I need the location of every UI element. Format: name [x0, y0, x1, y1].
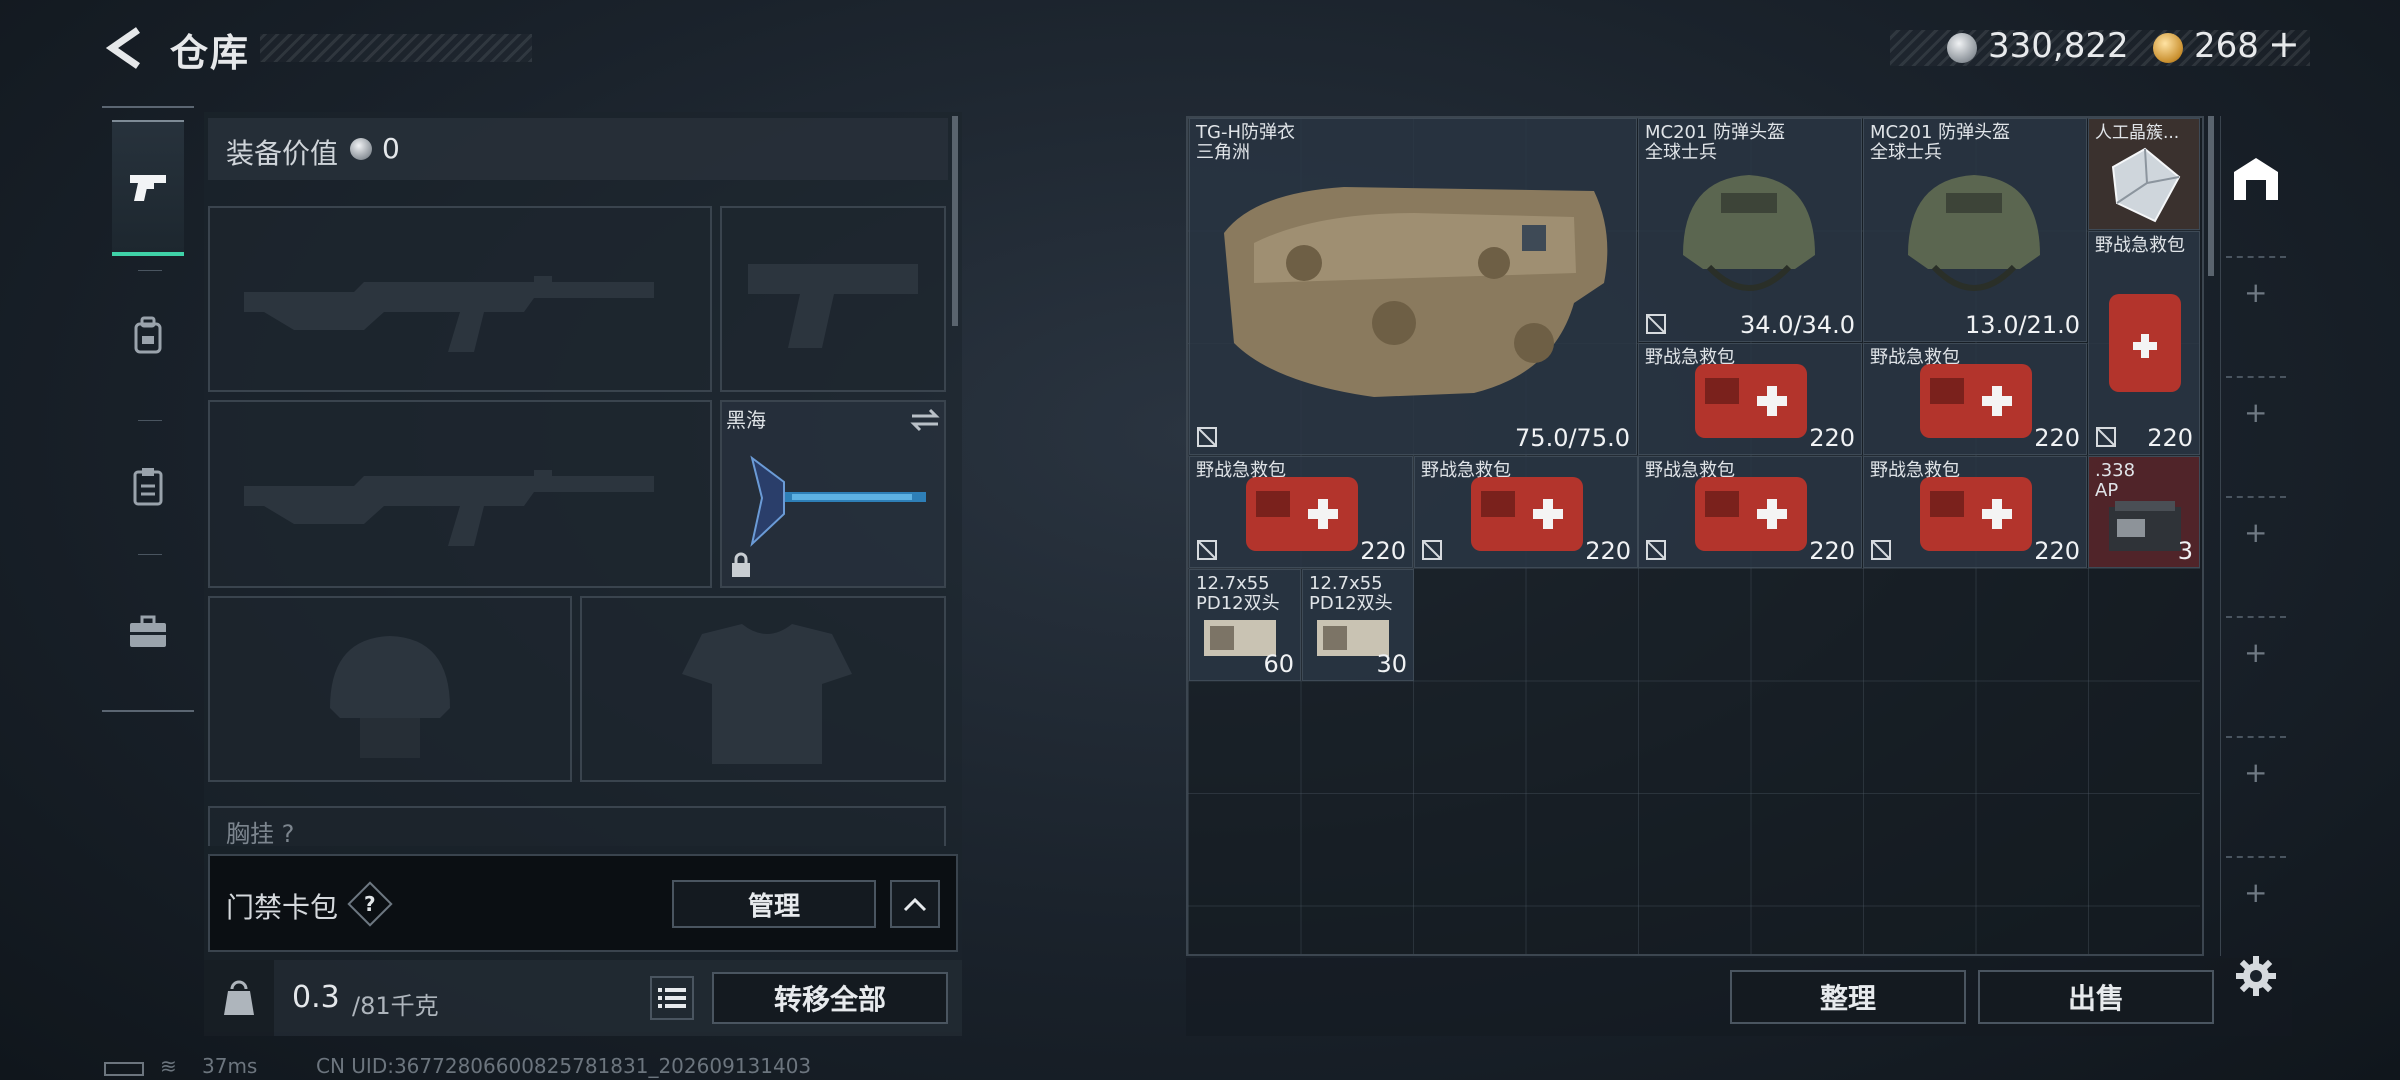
- category-tabs: [102, 106, 194, 712]
- no-sell-icon: [1197, 427, 1217, 447]
- back-button[interactable]: [100, 24, 148, 72]
- no-sell-icon: [1871, 540, 1891, 560]
- chest-rig-label: 胸挂 ?: [226, 820, 295, 848]
- item-ammo-127[interactable]: 12.7x55 PD12双头 30: [1302, 569, 1414, 681]
- medkit-icon: [1695, 477, 1807, 551]
- kg-weight-icon: [224, 980, 254, 1015]
- melee-weapon-name: 黑海: [726, 408, 766, 432]
- no-sell-icon: [1197, 540, 1217, 560]
- tab-items[interactable]: [112, 418, 184, 554]
- list-view-button[interactable]: [650, 976, 694, 1020]
- pistol-icon: [130, 175, 166, 201]
- silver-coin-icon: [350, 138, 372, 160]
- body-armor-slot[interactable]: [580, 596, 946, 782]
- gold-coin-icon: [2153, 33, 2183, 63]
- stash-home-tab[interactable]: [2228, 150, 2284, 206]
- equipment-value-label: 装备价值: [226, 137, 339, 170]
- add-currency-button[interactable]: +: [2268, 22, 2300, 66]
- tab-weapons[interactable]: [112, 120, 184, 256]
- warehouse-icon: [2234, 158, 2278, 200]
- rifle-silhouette-icon: [244, 276, 654, 352]
- add-page-button[interactable]: +: [2244, 636, 2267, 669]
- medkit-icon: [1920, 477, 2032, 551]
- item-ammo-338[interactable]: .338 AP 3: [2088, 456, 2200, 568]
- lock-icon: [732, 552, 750, 577]
- chevron-up-icon: [903, 897, 927, 912]
- no-sell-icon: [1646, 540, 1666, 560]
- item-medkit[interactable]: 野战急救包 220: [1638, 456, 1862, 568]
- helmet-slot[interactable]: [208, 596, 572, 782]
- page-title: 仓库: [170, 31, 251, 75]
- add-page-button[interactable]: +: [2244, 756, 2267, 789]
- equipment-value: 0: [382, 132, 400, 165]
- no-sell-icon: [1422, 540, 1442, 560]
- add-page-button[interactable]: +: [2244, 516, 2267, 549]
- weight-icon: [204, 960, 274, 1036]
- rifle-silhouette-icon: [244, 470, 654, 546]
- item-medkit[interactable]: 野战急救包 220: [1189, 456, 1413, 568]
- transfer-all-button[interactable]: 转移全部: [712, 972, 948, 1024]
- battery-icon: [104, 1062, 144, 1076]
- item-medkit[interactable]: 野战急救包 220: [1414, 456, 1638, 568]
- chevron-left-icon: [105, 27, 140, 69]
- clipboard-icon: [133, 468, 163, 506]
- title-stripe: [260, 34, 532, 62]
- item-ammo-127[interactable]: 12.7x55 PD12双头 60: [1189, 569, 1301, 681]
- armor-silhouette-icon: [682, 624, 852, 764]
- helmet-icon: [1683, 175, 1815, 291]
- current-weight: 0.3: [292, 980, 340, 1015]
- helmet-silhouette-icon: [330, 636, 450, 758]
- briefcase-icon: [130, 615, 166, 647]
- max-weight: /81千克: [352, 992, 439, 1020]
- equipment-scrollbar[interactable]: [952, 116, 958, 326]
- crystal-icon: [2111, 147, 2181, 223]
- pistol-silhouette-icon: [748, 264, 918, 348]
- ammo-box-icon: [2109, 501, 2181, 551]
- keycard-label: 门禁卡包: [226, 891, 339, 924]
- item-helmet-2[interactable]: MC201 防弹头盔 全球士兵 13.0/21.0: [1863, 118, 2087, 342]
- medkit-icon: [1695, 364, 1807, 438]
- gear-icon: [2236, 956, 2276, 996]
- add-page-button[interactable]: +: [2244, 276, 2267, 309]
- sort-button[interactable]: 整理: [1730, 970, 1966, 1024]
- medkit-icon: [1246, 477, 1358, 551]
- tab-tools[interactable]: [112, 564, 184, 700]
- item-vest[interactable]: TG-H防弹衣 三角洲 75.0/75.0: [1189, 118, 1637, 455]
- medkit-icon: [2109, 294, 2181, 392]
- gold-currency-amount: 268: [2194, 26, 2259, 66]
- stash-scrollbar[interactable]: [2208, 116, 2214, 276]
- item-medkit-tall[interactable]: 野战急救包 220: [2088, 231, 2200, 455]
- item-helmet-1[interactable]: MC201 防弹头盔 全球士兵 34.0/34.0: [1638, 118, 1862, 342]
- no-sell-icon: [2096, 427, 2116, 447]
- item-crystal[interactable]: 人工晶簇...: [2088, 118, 2200, 230]
- sell-button[interactable]: 出售: [1978, 970, 2214, 1024]
- item-medkit[interactable]: 野战急救包 220: [1863, 343, 2087, 455]
- list-icon: [658, 988, 686, 1008]
- body-armor-icon: [1224, 187, 1608, 397]
- helmet-icon: [1908, 175, 2040, 291]
- silver-coin-icon: [1947, 33, 1977, 63]
- medkit-icon: [1920, 364, 2032, 438]
- wifi-icon: ≋: [160, 1054, 177, 1078]
- tertiary-weapon-slot[interactable]: [208, 400, 712, 588]
- collapse-button[interactable]: [890, 880, 940, 928]
- medkit-icon: [1471, 477, 1583, 551]
- uid-text: CN UID:36772806600825781831_202609131403: [316, 1054, 812, 1078]
- no-sell-icon: [1646, 314, 1666, 334]
- primary-weapon-slot[interactable]: [208, 206, 712, 392]
- chest-rig-slot[interactable]: [208, 806, 946, 846]
- item-medkit[interactable]: 野战急救包 220: [1638, 343, 1862, 455]
- manage-button[interactable]: 管理: [672, 880, 876, 928]
- settings-button[interactable]: [2234, 954, 2278, 998]
- add-page-button[interactable]: +: [2244, 876, 2267, 909]
- ping-text: 37ms: [202, 1054, 258, 1078]
- secondary-weapon-slot[interactable]: [720, 206, 946, 392]
- swap-icon[interactable]: [910, 408, 940, 432]
- item-medkit[interactable]: 野战急救包 220: [1863, 456, 2087, 568]
- silver-currency-amount: 330,822: [1988, 26, 2129, 66]
- tab-gear[interactable]: [112, 268, 184, 404]
- add-page-button[interactable]: +: [2244, 396, 2267, 429]
- axe-icon: [750, 455, 926, 547]
- backpack-icon: [134, 316, 162, 354]
